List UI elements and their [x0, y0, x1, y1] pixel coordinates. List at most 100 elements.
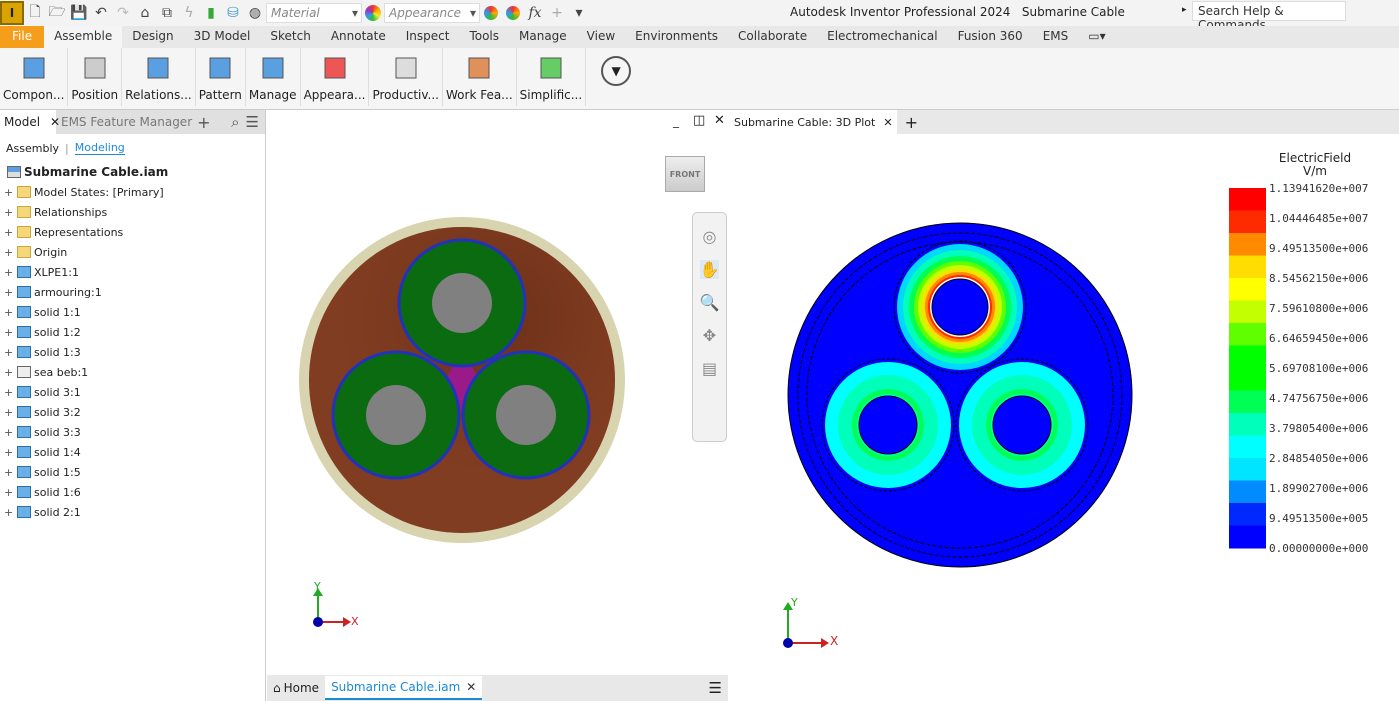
fx-parameters-icon[interactable]: fx: [524, 3, 546, 23]
expand-icon[interactable]: +: [4, 346, 14, 359]
redo-icon[interactable]: ↷: [112, 3, 134, 23]
menu-icon[interactable]: ☰: [709, 679, 728, 697]
appearance-button[interactable]: Appeara...: [301, 48, 370, 106]
app-logo[interactable]: I: [0, 1, 24, 25]
tab-fusion-360[interactable]: Fusion 360: [948, 26, 1033, 48]
appearance-dropdown[interactable]: Appearance ▾: [384, 3, 480, 23]
model-viewport[interactable]: _ ◫ ✕ FRONT ◎ ✋ 🔍 ✥ ▤ Y X: [267, 110, 728, 675]
tree-item-label: solid 3:1: [34, 385, 81, 399]
tab-document[interactable]: Submarine Cable.iam ✕: [325, 676, 483, 700]
tree-item[interactable]: + armouring:1: [0, 282, 265, 302]
projects-icon[interactable]: ⧉: [156, 3, 178, 23]
tree-item[interactable]: + solid 1:3: [0, 342, 265, 362]
add-tab-icon[interactable]: +: [197, 113, 210, 132]
expand-icon[interactable]: +: [4, 466, 14, 479]
adjust-appearance-icon[interactable]: [480, 3, 502, 23]
open-icon[interactable]: 🗁: [46, 3, 68, 23]
manage-button[interactable]: Manage: [246, 48, 301, 106]
tab-sketch[interactable]: Sketch: [260, 26, 320, 48]
expand-icon[interactable]: +: [4, 306, 14, 319]
tree-item[interactable]: + solid 1:6: [0, 482, 265, 502]
modeling-mode-tab[interactable]: Modeling: [74, 141, 125, 155]
tree-item[interactable]: + solid 1:4: [0, 442, 265, 462]
field-plot[interactable]: [730, 110, 1399, 701]
undo-icon[interactable]: ↶: [90, 3, 112, 23]
tab-inspect[interactable]: Inspect: [396, 26, 460, 48]
simplification-button[interactable]: Simplific...: [517, 48, 587, 106]
tree-item[interactable]: + Origin: [0, 242, 265, 262]
customize-icon[interactable]: ▾: [568, 3, 590, 23]
material-sphere-icon[interactable]: ◍: [244, 3, 266, 23]
clear-appearance-icon[interactable]: [502, 3, 524, 23]
legend-band: [1229, 525, 1266, 549]
tab-ems[interactable]: EMS: [1033, 26, 1079, 48]
tree-item[interactable]: + Model States: [Primary]: [0, 182, 265, 202]
close-icon[interactable]: ✕: [466, 680, 476, 694]
relationships-button[interactable]: Relations...: [122, 48, 196, 106]
tree-item[interactable]: + solid 3:3: [0, 422, 265, 442]
tree-item[interactable]: + solid 1:5: [0, 462, 265, 482]
menu-icon[interactable]: ☰: [246, 113, 265, 131]
tab-electromechanical[interactable]: Electromechanical: [817, 26, 947, 48]
tab-model[interactable]: Model ✕: [0, 110, 60, 134]
expand-icon[interactable]: +: [4, 186, 14, 199]
tab-file[interactable]: File: [0, 26, 45, 48]
tree-item[interactable]: + solid 2:1: [0, 502, 265, 522]
material-dropdown[interactable]: Material ▾: [266, 3, 362, 23]
expand-icon[interactable]: +: [4, 406, 14, 419]
tab-collaborate[interactable]: Collaborate: [728, 26, 817, 48]
tree-item[interactable]: + solid 1:2: [0, 322, 265, 342]
save-icon[interactable]: 💾: [68, 3, 90, 23]
expand-icon[interactable]: +: [4, 426, 14, 439]
tree-item-label: solid 1:4: [34, 445, 81, 459]
more-panels-button[interactable]: ▼: [586, 48, 646, 106]
update-icon[interactable]: ϟ: [178, 3, 200, 23]
tab-view[interactable]: View: [577, 26, 625, 48]
expand-icon[interactable]: +: [4, 206, 14, 219]
tree-item[interactable]: + solid 1:1: [0, 302, 265, 322]
expand-icon[interactable]: +: [4, 446, 14, 459]
expand-icon[interactable]: +: [4, 266, 14, 279]
tab-3d-model[interactable]: 3D Model: [184, 26, 261, 48]
tab-design[interactable]: Design: [122, 26, 183, 48]
productivity-button[interactable]: Productiv...: [369, 48, 443, 106]
expand-icon[interactable]: +: [4, 486, 14, 499]
search-expand-icon[interactable]: ▸: [1182, 5, 1187, 15]
work-features-button[interactable]: Work Fea...: [443, 48, 517, 106]
select-icon[interactable]: ▮: [200, 3, 222, 23]
tree-item[interactable]: + Representations: [0, 222, 265, 242]
component-button[interactable]: Compon...: [0, 48, 69, 106]
part-icon: [17, 346, 31, 358]
expand-icon[interactable]: +: [4, 246, 14, 259]
expand-icon[interactable]: +: [4, 226, 14, 239]
window-title: Autodesk Inventor Professional 2024 Subm…: [790, 5, 1125, 19]
expand-icon[interactable]: +: [4, 366, 14, 379]
position-button[interactable]: Position: [68, 48, 123, 106]
tab-overflow-icon[interactable]: ▭▾: [1078, 26, 1115, 48]
tab-annotate[interactable]: Annotate: [321, 26, 396, 48]
assembly-mode-tab[interactable]: Assembly: [6, 142, 59, 155]
tree-item[interactable]: + XLPE1:1: [0, 262, 265, 282]
tree-item[interactable]: + Relationships: [0, 202, 265, 222]
tab-assemble[interactable]: Assemble: [44, 26, 123, 48]
tab-environments[interactable]: Environments: [625, 26, 728, 48]
plus-icon[interactable]: +: [546, 3, 568, 23]
search-icon[interactable]: ⌕: [225, 113, 245, 131]
expand-icon[interactable]: +: [4, 386, 14, 399]
tree-item[interactable]: + solid 3:2: [0, 402, 265, 422]
tree-item[interactable]: + sea beb:1: [0, 362, 265, 382]
new-icon[interactable]: 🗋: [24, 3, 46, 23]
tree-item[interactable]: + solid 3:1: [0, 382, 265, 402]
home-icon[interactable]: ⌂: [134, 3, 156, 23]
ilogic-icon[interactable]: ⛁: [222, 3, 244, 23]
search-help-input[interactable]: Search Help & Commands...: [1192, 1, 1346, 32]
tree-root[interactable]: Submarine Cable.iam: [0, 162, 265, 182]
expand-icon[interactable]: +: [4, 286, 14, 299]
expand-icon[interactable]: +: [4, 506, 14, 519]
tab-manage[interactable]: Manage: [509, 26, 577, 48]
pattern-button[interactable]: Pattern: [196, 48, 246, 106]
expand-icon[interactable]: +: [4, 326, 14, 339]
tab-tools[interactable]: Tools: [459, 26, 509, 48]
tab-ems-feature-manager[interactable]: EMS Feature Manager: [56, 115, 197, 129]
tab-home[interactable]: ⌂ Home: [267, 681, 325, 695]
